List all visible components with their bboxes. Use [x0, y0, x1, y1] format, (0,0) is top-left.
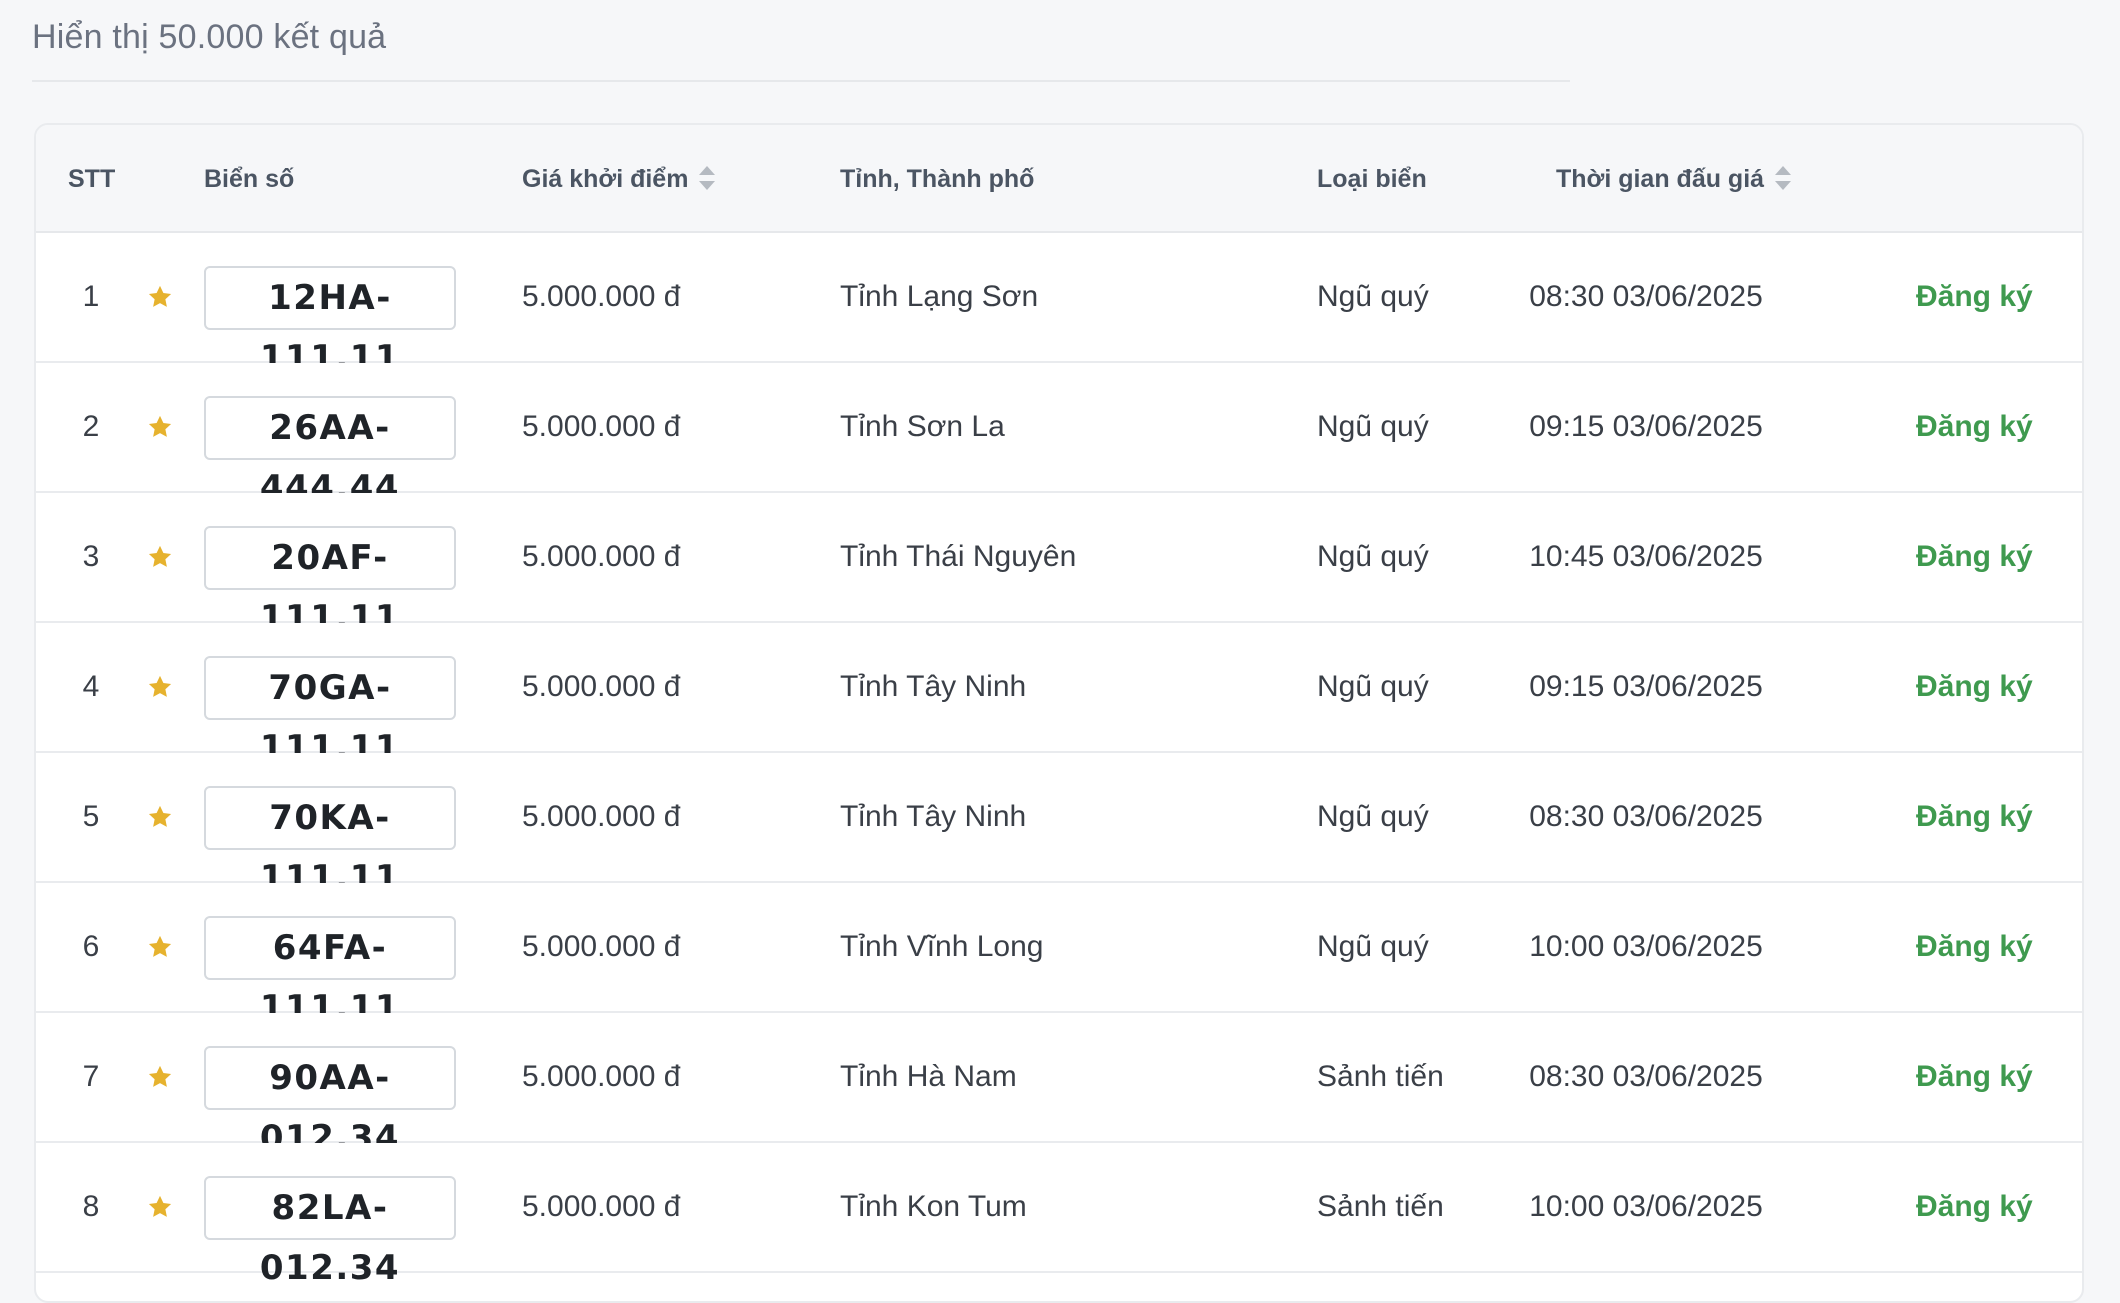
table-row: 2 26AA-444.44 5.000.000 đ Tỉnh Sơn La Ng… [36, 363, 2082, 508]
sort-icon[interactable] [698, 163, 716, 193]
row-stt: 7 [82, 1060, 100, 1093]
register-link[interactable]: Đăng ký [1916, 1013, 2033, 1141]
row-price: 5.000.000 đ [522, 800, 681, 833]
register-link[interactable]: Đăng ký [1916, 493, 2033, 621]
column-header-price[interactable]: Giá khởi điểm [522, 125, 716, 233]
register-link[interactable]: Đăng ký [1916, 883, 2033, 1011]
sort-icon[interactable] [1774, 163, 1792, 193]
row-price: 5.000.000 đ [522, 1060, 681, 1093]
row-stt: 3 [82, 540, 100, 573]
auction-plates-table: STT Biển số Giá khởi điểm Tỉnh, Thành ph… [34, 123, 2084, 1303]
row-auction-time: 10:45 03/06/2025 [1529, 540, 1763, 573]
row-auction-time: 10:00 03/06/2025 [1529, 930, 1763, 963]
license-plate[interactable]: 70GA-111.11 [204, 656, 456, 768]
row-auction-time: 10:00 03/06/2025 [1529, 1190, 1763, 1223]
row-price: 5.000.000 đ [522, 540, 681, 573]
star-icon[interactable] [146, 1063, 174, 1091]
license-plate[interactable]: 82LA-012.34 [204, 1176, 456, 1288]
row-auction-time: 08:30 03/06/2025 [1529, 800, 1763, 833]
row-auction-time: 09:15 03/06/2025 [1529, 410, 1763, 443]
row-auction-time: 08:30 03/06/2025 [1529, 280, 1763, 313]
star-icon[interactable] [146, 413, 174, 441]
register-link[interactable]: Đăng ký [1916, 753, 2033, 881]
table-row: 3 20AF-111.11 5.000.000 đ Tỉnh Thái Nguy… [36, 493, 2082, 638]
table-row: 5 70KA-111.11 5.000.000 đ Tỉnh Tây Ninh … [36, 753, 2082, 898]
register-link[interactable]: Đăng ký [1916, 1143, 2033, 1271]
star-icon[interactable] [146, 543, 174, 571]
license-plate[interactable]: 12HA-111.11 [204, 266, 456, 378]
register-link[interactable]: Đăng ký [1916, 623, 2033, 751]
register-link[interactable]: Đăng ký [1916, 233, 2033, 361]
row-price: 5.000.000 đ [522, 410, 681, 443]
table-row: 4 70GA-111.11 5.000.000 đ Tỉnh Tây Ninh … [36, 623, 2082, 768]
table-row: 7 90AA-012.34 5.000.000 đ Tỉnh Hà Nam Sả… [36, 1013, 2082, 1158]
row-plate-type: Ngũ quý [1317, 670, 1429, 703]
row-stt: 1 [82, 280, 100, 313]
column-header-time-label: Thời gian đấu giá [1556, 165, 1765, 193]
license-plate[interactable]: 64FA-111.11 [204, 916, 456, 1028]
license-plate[interactable]: 90AA-012.34 [204, 1046, 456, 1158]
star-icon[interactable] [146, 283, 174, 311]
row-auction-time: 09:15 03/06/2025 [1529, 670, 1763, 703]
row-province: Tỉnh Lạng Sơn [840, 280, 1039, 313]
row-province: Tỉnh Sơn La [840, 410, 1005, 443]
row-stt: 2 [82, 410, 100, 443]
column-header-time[interactable]: Thời gian đấu giá [1556, 125, 1792, 233]
table-row: 1 12HA-111.11 5.000.000 đ Tỉnh Lạng Sơn … [36, 233, 2082, 378]
row-stt: 6 [82, 930, 100, 963]
register-link[interactable]: Đăng ký [1916, 363, 2033, 491]
license-plate[interactable]: 26AA-444.44 [204, 396, 456, 508]
row-price: 5.000.000 đ [522, 1190, 681, 1223]
table-row: 6 64FA-111.11 5.000.000 đ Tỉnh Vĩnh Long… [36, 883, 2082, 1028]
star-icon[interactable] [146, 933, 174, 961]
column-header-type: Loại biển [1317, 165, 1427, 193]
row-plate-type: Sảnh tiến [1317, 1190, 1444, 1223]
row-province: Tỉnh Thái Nguyên [840, 540, 1077, 573]
row-plate-type: Ngũ quý [1317, 280, 1429, 313]
row-plate-type: Ngũ quý [1317, 410, 1429, 443]
table-row: 8 82LA-012.34 5.000.000 đ Tỉnh Kon Tum S… [36, 1143, 2082, 1288]
row-province: Tỉnh Kon Tum [840, 1190, 1027, 1223]
row-plate-type: Ngũ quý [1317, 540, 1429, 573]
result-summary-bar: Hiển thị 50.000 kết quả [32, 0, 1570, 82]
row-auction-time: 08:30 03/06/2025 [1529, 1060, 1763, 1093]
row-stt: 5 [82, 800, 100, 833]
star-icon[interactable] [146, 1193, 174, 1221]
row-price: 5.000.000 đ [522, 670, 681, 703]
row-province: Tỉnh Hà Nam [840, 1060, 1017, 1093]
row-province: Tỉnh Tây Ninh [840, 670, 1027, 703]
star-icon[interactable] [146, 803, 174, 831]
row-plate-type: Ngũ quý [1317, 800, 1429, 833]
row-price: 5.000.000 đ [522, 930, 681, 963]
row-stt: 4 [82, 670, 100, 703]
row-province: Tỉnh Tây Ninh [840, 800, 1027, 833]
row-plate-type: Ngũ quý [1317, 930, 1429, 963]
column-header-price-label: Giá khởi điểm [522, 165, 689, 193]
column-header-stt: STT [68, 165, 116, 193]
row-province: Tỉnh Vĩnh Long [840, 930, 1044, 963]
row-plate-type: Sảnh tiến [1317, 1060, 1444, 1093]
table-header: STT Biển số Giá khởi điểm Tỉnh, Thành ph… [36, 125, 2082, 233]
license-plate[interactable]: 70KA-111.11 [204, 786, 456, 898]
star-icon[interactable] [146, 673, 174, 701]
column-header-plate: Biển số [204, 165, 295, 193]
result-count-text: Hiển thị 50.000 kết quả [32, 18, 387, 56]
row-price: 5.000.000 đ [522, 280, 681, 313]
row-stt: 8 [82, 1190, 100, 1223]
column-header-province: Tỉnh, Thành phố [840, 165, 1035, 193]
license-plate[interactable]: 20AF-111.11 [204, 526, 456, 638]
